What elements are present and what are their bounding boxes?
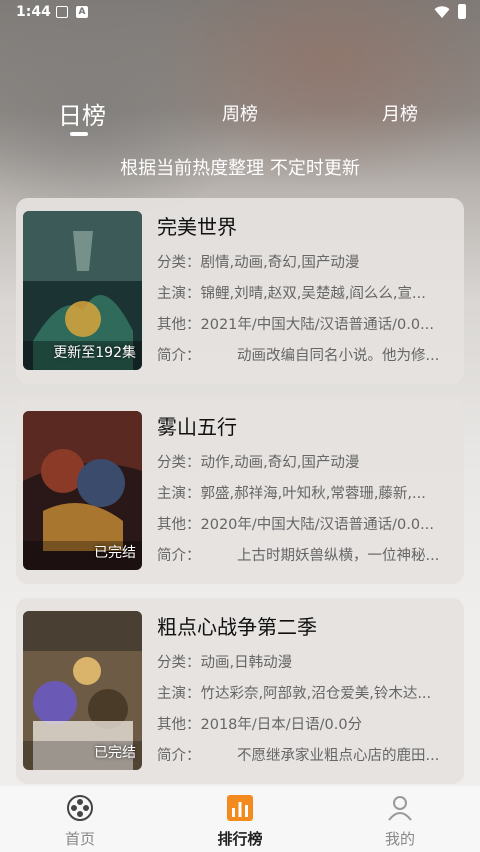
wifi-icon (434, 6, 450, 18)
poster-image[interactable]: 更新至192集 (23, 211, 142, 370)
item-other-row: 其他： 2021年/中国大陆/汉语普通话/0.0... (157, 310, 457, 341)
cast-label: 主演： (157, 486, 201, 502)
item-title: 完美世界 (157, 215, 237, 239)
cast-value: 郭盛,郝祥海,叶知秋,常蓉珊,藤新,... (200, 486, 426, 502)
bottom-navigation: 首页 排行榜 我的 (0, 786, 480, 852)
item-info: 雾山五行 分类： 动作,动画,奇幻,国产动漫 主演： 郭盛,郝祥海,叶知秋,常蓉珊,… (157, 412, 457, 572)
tab-daily[interactable]: 日榜 (58, 96, 106, 131)
cast-value: 锦鲤,刘晴,赵双,吴楚越,阎么么,宣... (200, 286, 426, 302)
user-icon (388, 796, 412, 821)
category-label: 分类： (157, 655, 201, 671)
cast-label: 主演： (157, 286, 201, 302)
item-category-row: 分类： 剧情,动画,奇幻,国产动漫 (157, 248, 457, 279)
other-value: 2018年/日本/日语/0.0分 (200, 717, 363, 733)
nav-profile-label: 我的 (384, 830, 415, 848)
intro-value: 不愿继承家业粗点心店的鹿田... (237, 748, 440, 764)
category-value: 动画,日韩动漫 (200, 655, 293, 671)
nav-home[interactable]: 首页 (30, 794, 130, 849)
cast-value: 竹达彩奈,阿部敦,沼仓爱美,铃木达... (200, 686, 432, 702)
ranking-card[interactable]: 已完结 雾山五行 分类： 动作,动画,奇幻,国产动漫 主演： 郭盛,郝祥海,叶知秋,… (16, 398, 464, 584)
tab-active-indicator (70, 132, 88, 136)
app-notification-icon: A (76, 6, 88, 18)
other-value: 2020年/中国大陆/汉语普通话/0.0... (200, 517, 434, 533)
other-label: 其他： (157, 517, 201, 533)
intro-value: 动画改编自同名小说。他为修... (237, 348, 440, 364)
ranking-chart-icon (227, 795, 253, 821)
category-value: 动作,动画,奇幻,国产动漫 (200, 455, 360, 471)
category-label: 分类： (157, 255, 201, 271)
status-bar: 1:44 A (0, 0, 480, 24)
item-title: 粗点心战争第二季 (157, 615, 317, 639)
item-cast-row: 主演： 锦鲤,刘晴,赵双,吴楚越,阎么么,宣... (157, 279, 457, 310)
poster-image[interactable]: 已完结 (23, 611, 142, 770)
item-title: 雾山五行 (157, 415, 237, 439)
category-label: 分类： (157, 455, 201, 471)
battery-icon (458, 4, 466, 19)
item-cast-row: 主演： 竹达彩奈,阿部敦,沼仓爱美,铃木达... (157, 679, 457, 710)
intro-label: 简介： (157, 548, 201, 564)
item-category-row: 分类： 动作,动画,奇幻,国产动漫 (157, 448, 457, 479)
episode-badge: 更新至192集 (53, 345, 136, 361)
gallery-notification-icon (56, 6, 68, 18)
status-time: 1:44 (16, 4, 51, 20)
ranking-card[interactable]: 更新至192集 完美世界 分类： 剧情,动画,奇幻,国产动漫 主演： 锦鲤,刘晴,赵… (16, 198, 464, 384)
film-reel-icon (67, 795, 93, 821)
item-intro-row: 简介： 动画改编自同名小说。他为修... (157, 341, 457, 372)
item-intro-row: 简介： 上古时期妖兽纵横，一位神秘... (157, 541, 457, 572)
ranking-list: 更新至192集 完美世界 分类： 剧情,动画,奇幻,国产动漫 主演： 锦鲤,刘晴,赵… (16, 198, 464, 798)
item-info: 完美世界 分类： 剧情,动画,奇幻,国产动漫 主演： 锦鲤,刘晴,赵双,吴楚越,阎么… (157, 212, 457, 372)
item-info: 粗点心战争第二季 分类： 动画,日韩动漫 主演： 竹达彩奈,阿部敦,沼仓爱美,铃木达… (157, 612, 457, 772)
ranking-tabs: 日榜 周榜 月榜 (0, 90, 480, 140)
category-value: 剧情,动画,奇幻,国产动漫 (200, 255, 360, 271)
other-value: 2021年/中国大陆/汉语普通话/0.0... (200, 317, 434, 333)
ranking-subtitle: 根据当前热度整理 不定时更新 (120, 158, 360, 179)
intro-label: 简介： (157, 748, 201, 764)
nav-home-label: 首页 (64, 830, 95, 848)
item-other-row: 其他： 2020年/中国大陆/汉语普通话/0.0... (157, 510, 457, 541)
tab-weekly[interactable]: 周榜 (222, 100, 258, 126)
poster-image[interactable]: 已完结 (23, 411, 142, 570)
nav-ranking[interactable]: 排行榜 (190, 794, 290, 849)
other-label: 其他： (157, 317, 201, 333)
tab-monthly[interactable]: 月榜 (382, 100, 418, 126)
intro-value: 上古时期妖兽纵横，一位神秘... (237, 548, 440, 564)
status-badge: 已完结 (94, 745, 136, 761)
item-other-row: 其他： 2018年/日本/日语/0.0分 (157, 710, 457, 741)
item-category-row: 分类： 动画,日韩动漫 (157, 648, 457, 679)
nav-profile[interactable]: 我的 (350, 794, 450, 849)
intro-label: 简介： (157, 348, 201, 364)
item-cast-row: 主演： 郭盛,郝祥海,叶知秋,常蓉珊,藤新,... (157, 479, 457, 510)
nav-ranking-label: 排行榜 (217, 830, 263, 848)
item-intro-row: 简介： 不愿继承家业粗点心店的鹿田... (157, 741, 457, 772)
other-label: 其他： (157, 717, 201, 733)
status-badge: 已完结 (94, 545, 136, 561)
cast-label: 主演： (157, 686, 201, 702)
ranking-card[interactable]: 已完结 粗点心战争第二季 分类： 动画,日韩动漫 主演： 竹达彩奈,阿部敦,沼仓爱美… (16, 598, 464, 784)
